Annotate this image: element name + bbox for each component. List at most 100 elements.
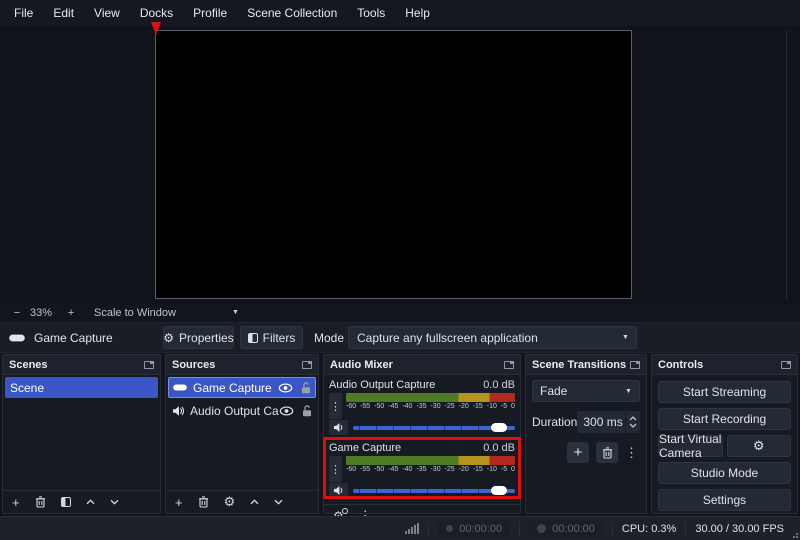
source-name: Game Capture	[193, 380, 272, 395]
scenes-toolbar: +	[3, 490, 160, 513]
zoom-in-button[interactable]: +	[64, 307, 78, 319]
transition-kebab-icon[interactable]: ⋮	[625, 445, 638, 461]
scenes-list: Scene	[3, 375, 160, 490]
chevron-down-icon	[629, 423, 637, 428]
volume-slider-handle[interactable]	[490, 423, 507, 432]
audio-mixer-panel: Audio Mixer Audio Output Capture 0.0 dB …	[323, 354, 521, 523]
meter-tick-label: -50	[374, 466, 385, 473]
studio-mode-button[interactable]: Studio Mode	[658, 462, 791, 484]
zoom-out-button[interactable]: −	[10, 307, 24, 319]
meter-tick-label: -25	[444, 403, 455, 410]
menu-item-profile[interactable]: Profile	[183, 0, 237, 26]
menu-item-view[interactable]: View	[84, 0, 130, 26]
meter-tick-label: -30	[430, 403, 441, 410]
menu-item-scene-collection[interactable]: Scene Collection	[237, 0, 347, 26]
preview-zoom-bar: − 33% + Scale to Window ▼	[0, 303, 800, 322]
dock-options-icon[interactable]	[504, 360, 514, 369]
controls-panel: Controls Start Streaming Start Recording…	[651, 354, 798, 514]
scenes-panel-header: Scenes	[3, 355, 160, 375]
controls-header: Controls	[652, 355, 797, 375]
filters-button[interactable]: Filters	[240, 326, 303, 349]
source-list-item-audio-output[interactable]: Audio Output Captu	[168, 400, 316, 421]
visibility-eye-icon[interactable]	[278, 382, 293, 393]
volume-meter	[346, 456, 515, 465]
start-recording-button[interactable]: Start Recording	[658, 408, 791, 430]
mute-speaker-button[interactable]	[329, 420, 348, 435]
volume-slider[interactable]	[353, 421, 515, 434]
sources-panel-header: Sources	[166, 355, 318, 375]
mixer-audio-output-capture: Audio Output Capture 0.0 dB ⋮ -60 -55 -50-…	[329, 378, 515, 435]
meter-tick-label: -40	[402, 403, 413, 410]
mode-dropdown[interactable]: Capture any fullscreen application ▼	[348, 326, 637, 349]
lock-open-icon[interactable]	[301, 381, 311, 394]
move-scene-up-button[interactable]	[86, 499, 95, 505]
meter-tick-label: -30	[430, 466, 441, 473]
preview-canvas[interactable]	[155, 30, 632, 299]
virtual-camera-gear-button[interactable]: ⚙	[726, 435, 791, 457]
meter-tick-label: -20	[458, 403, 469, 410]
volume-meter	[346, 393, 515, 402]
audio-mixer-title: Audio Mixer	[330, 358, 393, 371]
mixer-kebab-menu[interactable]: ⋮	[329, 393, 342, 419]
stream-time: 00:00:00	[459, 522, 503, 535]
meter-tick-label: -60	[346, 403, 357, 410]
scene-filters-icon[interactable]	[60, 497, 71, 507]
add-source-button[interactable]: +	[175, 495, 183, 510]
remove-source-button[interactable]	[198, 496, 209, 508]
scale-mode-label[interactable]: Scale to Window	[94, 307, 176, 319]
gear-icon: ⚙	[163, 330, 175, 345]
menu-item-edit[interactable]: Edit	[43, 0, 84, 26]
dock-options-icon[interactable]	[144, 360, 154, 369]
volume-slider-handle[interactable]	[490, 486, 507, 495]
dock-options-icon[interactable]	[781, 360, 791, 369]
transition-dropdown[interactable]: Fade ▼	[532, 380, 640, 402]
duration-value: 300 ms	[583, 415, 623, 429]
meter-tick-label: -40	[402, 466, 413, 473]
dock-options-icon[interactable]	[302, 360, 312, 369]
mixer-name: Audio Output Capture	[329, 379, 436, 391]
duration-stepper[interactable]	[625, 411, 640, 433]
source-list-item-game-capture[interactable]: Game Capture	[168, 377, 316, 398]
move-source-down-button[interactable]	[274, 499, 283, 505]
menu-item-tools[interactable]: Tools	[347, 0, 395, 26]
scene-list-item[interactable]: Scene	[5, 377, 158, 398]
move-scene-down-button[interactable]	[110, 499, 119, 505]
resize-grip[interactable]	[790, 530, 798, 538]
menu-item-file[interactable]: File	[4, 0, 43, 26]
properties-button[interactable]: ⚙ Properties	[163, 326, 234, 349]
source-name-text: Game Capture	[34, 330, 113, 345]
sources-panel: Sources Game Capture Audio Output Ca + ⚙	[165, 354, 319, 514]
mute-speaker-button[interactable]	[329, 483, 348, 498]
add-transition-button[interactable]: +	[567, 442, 589, 463]
visibility-eye-icon[interactable]	[279, 405, 294, 416]
lock-open-icon[interactable]	[302, 404, 312, 417]
remove-transition-button[interactable]	[596, 442, 618, 463]
dock-options-icon[interactable]	[630, 360, 640, 369]
settings-button[interactable]: Settings	[658, 489, 791, 511]
volume-slider[interactable]	[353, 484, 515, 497]
stream-timer: 00:00:00	[438, 519, 511, 538]
mixer-db-value: 0.0 dB	[483, 442, 515, 454]
start-virtual-camera-button[interactable]: Start Virtual Camera	[658, 432, 723, 460]
add-scene-button[interactable]: +	[12, 495, 20, 510]
start-streaming-button[interactable]: Start Streaming	[658, 381, 791, 403]
filters-label: Filters	[262, 330, 296, 345]
meter-scale: -60 -55 -50 -45 -40 -35 -30 -25 -20 -15 -10 -5 0	[346, 402, 515, 411]
preview-area	[0, 26, 800, 304]
move-source-up-button[interactable]	[250, 499, 259, 505]
remove-scene-button[interactable]	[35, 496, 46, 508]
annotation-marker	[151, 22, 161, 35]
sources-list: Game Capture Audio Output Captu	[166, 375, 318, 490]
menu-bar: File Edit View Docks Profile Scene Colle…	[0, 0, 800, 26]
meter-tick-label: -55	[360, 403, 371, 410]
meter-tick-label: -35	[416, 403, 427, 410]
menu-item-help[interactable]: Help	[395, 0, 440, 26]
chevron-up-icon	[629, 416, 637, 421]
duration-input[interactable]: 300 ms	[577, 411, 626, 433]
source-properties-gear-icon[interactable]: ⚙	[224, 494, 236, 510]
chevron-down-icon[interactable]: ▼	[232, 309, 239, 316]
meter-tick-label: -15	[472, 403, 483, 410]
mixer-kebab-menu[interactable]: ⋮	[329, 456, 342, 482]
fps-counter: 30.00 / 30.00 FPS	[695, 522, 784, 535]
scene-transitions-header: Scene Transitions	[526, 355, 646, 375]
